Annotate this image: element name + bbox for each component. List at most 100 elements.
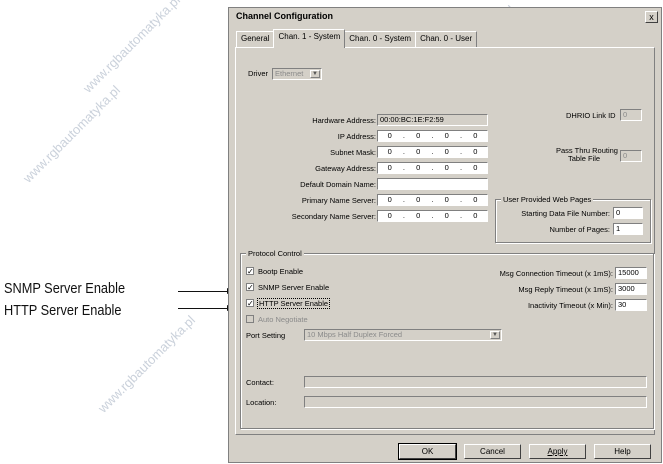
watermark: www.rgbautomatyka.pl (80, 0, 184, 96)
number-of-pages-label: Number of Pages: (549, 225, 610, 234)
ip-dot: . (459, 195, 463, 204)
snmp-callout-label: SNMP Server Enable (4, 281, 126, 297)
tab-general[interactable]: General (236, 31, 275, 48)
msg-reply-timeout-label: Msg Reply Timeout (x 1mS): (518, 285, 613, 294)
tab-chan0-system[interactable]: Chan. 0 - System (344, 31, 417, 48)
ok-button[interactable]: OK (398, 443, 457, 460)
snmp-callout-arrow (178, 288, 234, 294)
watermark: www.rgbautomatyka.pl (95, 312, 199, 416)
starting-data-file-field[interactable]: 0 (613, 207, 643, 219)
default-domain-field[interactable] (377, 178, 488, 190)
port-setting-label: Port Setting (246, 331, 286, 340)
location-label: Location: (246, 398, 277, 407)
tab-chan1-system[interactable]: Chan. 1 - System (273, 29, 346, 48)
http-callout-arrow (178, 305, 234, 311)
hardware-address-field: 00:00:BC:1E:F2:59 (377, 114, 488, 126)
inactivity-timeout-value: 30 (618, 300, 627, 309)
ip-dot: . (402, 147, 405, 156)
ip-dot: . (459, 211, 463, 220)
gateway-address-field[interactable]: 0. 0. 0. 0 (377, 162, 488, 174)
dhrio-link-id-field: 0 (620, 109, 642, 121)
msg-connection-timeout-value: 15000 (618, 268, 639, 277)
starting-data-file-value: 0 (616, 208, 621, 217)
auto-negotiate-checkbox[interactable] (246, 315, 254, 323)
ip-octet: 0 (473, 147, 478, 156)
ip-dot: . (402, 195, 405, 204)
msg-reply-timeout-value: 3000 (618, 284, 635, 293)
table-file-label: Table File (568, 154, 601, 163)
secondary-name-server-label: Secondary Name Server: (291, 212, 376, 221)
ip-dot: . (431, 163, 434, 172)
protocol-control-group-label: Protocol Control (246, 249, 304, 258)
ip-dot: . (431, 131, 434, 140)
web-pages-group: User Provided Web Pages Starting Data Fi… (495, 195, 651, 243)
msg-connection-timeout-field[interactable]: 15000 (615, 267, 647, 279)
ip-octet: 0 (444, 195, 449, 204)
close-button[interactable]: x (645, 11, 658, 23)
web-pages-group-label: User Provided Web Pages (501, 195, 594, 204)
ip-octet: 0 (473, 195, 478, 204)
ip-octet: 0 (416, 131, 421, 140)
number-of-pages-value: 1 (616, 224, 621, 233)
pass-thru-routing-field: 0 (620, 150, 642, 162)
contact-label: Contact: (246, 378, 274, 387)
apply-button[interactable]: Apply (529, 444, 586, 459)
ip-octet: 0 (387, 163, 392, 172)
ip-octet: 0 (473, 163, 478, 172)
ip-dot: . (402, 131, 405, 140)
cancel-button[interactable]: Cancel (464, 444, 521, 459)
ip-dot: . (431, 195, 434, 204)
http-label: HTTP Server Enable (257, 298, 331, 309)
ip-octet: 0 (416, 147, 421, 156)
ip-octet: 0 (387, 195, 392, 204)
port-setting-value: 10 Mbps Half Duplex Forced (307, 330, 403, 339)
secondary-name-server-field[interactable]: 0. 0. 0. 0 (377, 210, 488, 222)
subnet-mask-field[interactable]: 0. 0. 0. 0 (377, 146, 488, 158)
port-setting-select[interactable]: 10 Mbps Half Duplex Forced ▼ (304, 329, 502, 341)
ip-octet: 0 (387, 147, 392, 156)
check-icon: ✓ (247, 299, 254, 308)
subnet-mask-label: Subnet Mask: (330, 148, 376, 157)
check-icon: ✓ (247, 283, 254, 292)
http-callout-label: HTTP Server Enable (4, 303, 122, 319)
msg-reply-timeout-field[interactable]: 3000 (615, 283, 647, 295)
bootp-checkbox[interactable]: ✓ (246, 267, 254, 276)
snmp-label: SNMP Server Enable (258, 283, 330, 292)
dhrio-link-id-label: DHRIO Link ID (566, 111, 616, 120)
ip-octet: 0 (473, 131, 478, 140)
driver-select[interactable]: Ethernet ▼ (272, 68, 322, 80)
auto-negotiate-label: Auto Negotiate (258, 315, 308, 324)
protocol-control-group: Protocol Control ✓ Bootp Enable ✓ SNMP S… (240, 249, 654, 429)
gateway-address-label: Gateway Address: (315, 164, 376, 173)
pass-thru-routing-value: 0 (623, 151, 628, 160)
http-checkbox[interactable]: ✓ (246, 299, 254, 308)
ip-dot: . (402, 211, 405, 220)
snmp-checkbox[interactable]: ✓ (246, 283, 254, 292)
channel-configuration-dialog: Channel Configuration x General Chan. 1 … (228, 7, 662, 463)
primary-name-server-label: Primary Name Server: (301, 196, 376, 205)
inactivity-timeout-label: Inactivity Timeout (x Min): (527, 301, 613, 310)
driver-label: Driver (248, 69, 268, 78)
chevron-down-icon: ▼ (490, 331, 500, 339)
bootp-label: Bootp Enable (258, 267, 304, 276)
help-button[interactable]: Help (594, 444, 651, 459)
ip-dot: . (431, 147, 434, 156)
ip-octet: 0 (387, 131, 392, 140)
tab-panel: Driver Ethernet ▼ Hardware Address: 00:0… (235, 47, 655, 435)
default-domain-label: Default Domain Name: (300, 180, 376, 189)
hardware-address-value: 00:00:BC:1E:F2:59 (380, 115, 444, 124)
starting-data-file-label: Starting Data File Number: (521, 209, 610, 218)
ip-dot: . (402, 163, 405, 172)
ip-octet: 0 (416, 163, 421, 172)
inactivity-timeout-field[interactable]: 30 (615, 299, 647, 311)
number-of-pages-field[interactable]: 1 (613, 223, 643, 235)
primary-name-server-field[interactable]: 0. 0. 0. 0 (377, 194, 488, 206)
ip-octet: 0 (416, 211, 421, 220)
dialog-title: Channel Configuration (236, 11, 333, 21)
ip-address-field[interactable]: 0. 0. 0. 0 (377, 130, 488, 142)
ip-octet: 0 (473, 211, 478, 220)
ip-octet: 0 (444, 211, 449, 220)
tab-strip: General Chan. 1 - System Chan. 0 - Syste… (236, 29, 478, 48)
ip-octet: 0 (444, 131, 449, 140)
tab-chan0-user[interactable]: Chan. 0 - User (415, 31, 478, 48)
